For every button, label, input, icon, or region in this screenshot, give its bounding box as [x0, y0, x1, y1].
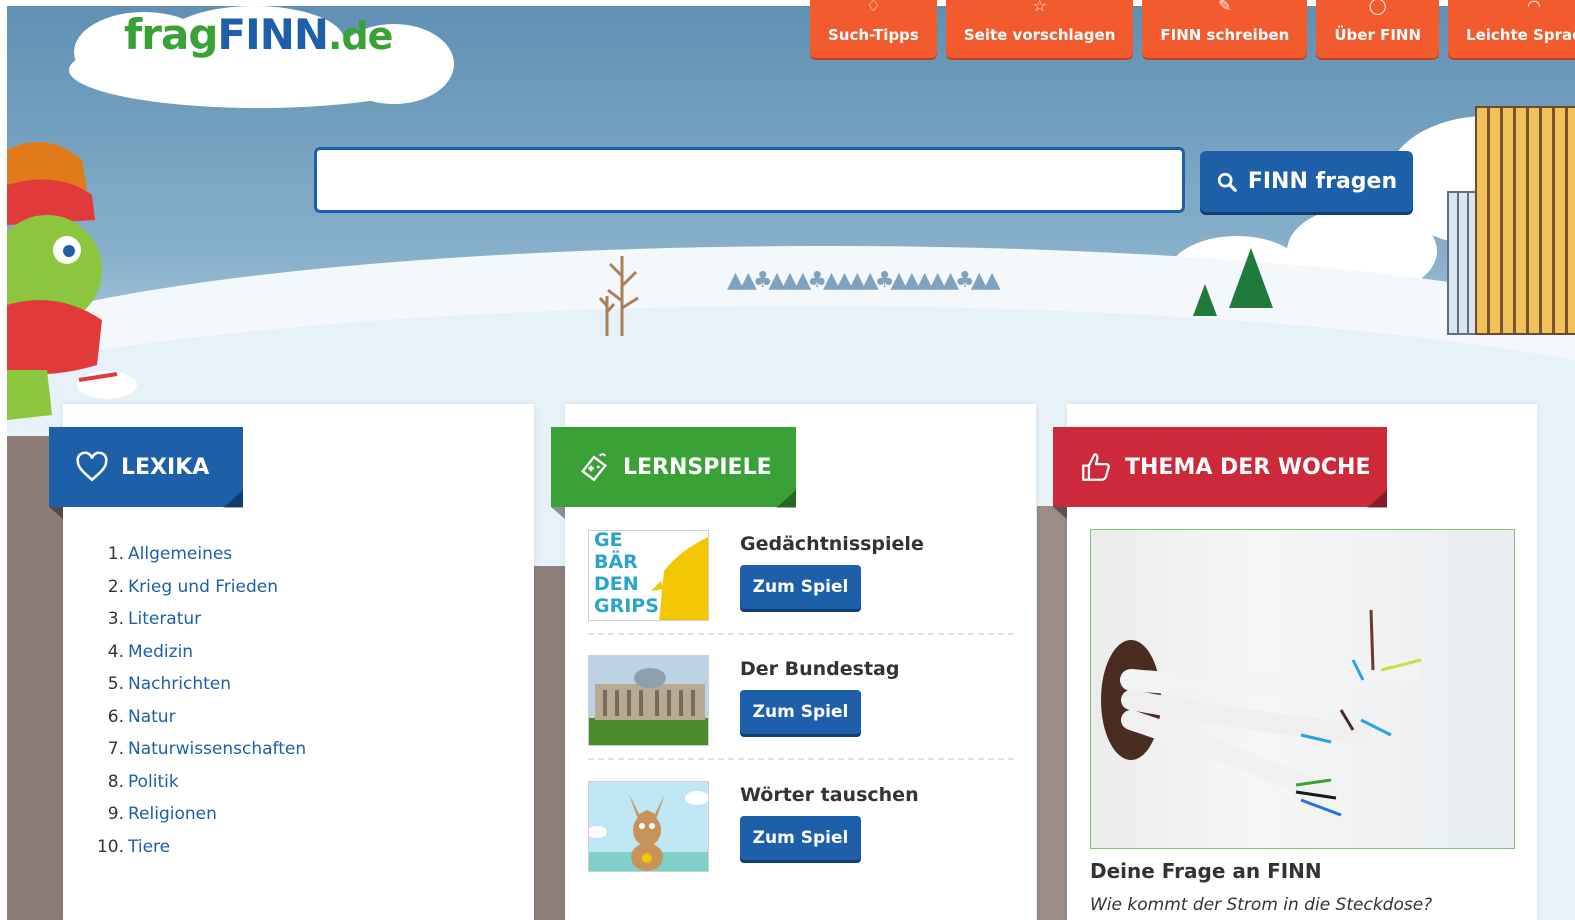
finn-mascot-icon — [7, 142, 137, 420]
lexikon-link[interactable]: Politik — [128, 772, 179, 792]
socket-cables-photo — [1101, 609, 1422, 817]
lernspiele-title: LERNSPIELE — [623, 454, 772, 480]
list-number: 4. — [107, 641, 124, 662]
nav-finn-schreiben[interactable]: ✎ FINN schreiben — [1142, 0, 1308, 58]
pencil-icon: ✎ — [1218, 0, 1232, 15]
search-input[interactable] — [314, 147, 1185, 213]
distant-trees: ▲▲♣▲▲▲♣▲▲▲▲♣▲▲▲▲▲♣▲▲ — [727, 268, 1001, 293]
nav-leichte-sprache[interactable]: ◠ Leichte Sprache — [1448, 0, 1575, 58]
thumb-line: GRIPS — [594, 595, 659, 617]
nav-label: Such-Tipps — [828, 26, 919, 44]
game-woerter-tauschen: Wörter tauschen Zum Spiel — [588, 781, 1014, 907]
top-navigation: ♢ Such-Tipps ☆ Seite vorschlagen ✎ FINN sch… — [810, 0, 1575, 58]
bare-tree-icon — [598, 256, 639, 336]
gamepad-icon — [581, 453, 607, 482]
lexikon-link[interactable]: Tiere — [128, 837, 170, 857]
lernspiele-header: LERNSPIELE — [551, 427, 796, 519]
speech-bubble-icon: ◠ — [1527, 0, 1541, 15]
list-number: 2. — [107, 576, 124, 597]
nav-seite-vorschlagen[interactable]: ☆ Seite vorschlagen — [945, 0, 1134, 58]
list-item: 2. Krieg und Frieden — [96, 577, 306, 610]
lexika-header: LEXIKA — [49, 427, 243, 519]
building — [1475, 106, 1575, 335]
game-title: Gedächtnisspiele — [740, 533, 924, 555]
list-number: 8. — [107, 771, 124, 792]
thumb-line: BÄR — [594, 551, 638, 573]
lexikon-link[interactable]: Medizin — [128, 642, 193, 662]
lexika-title: LEXIKA — [121, 454, 210, 480]
list-item: 5. Nachrichten — [96, 674, 306, 707]
game-title: Der Bundestag — [740, 658, 900, 680]
list-number: 10. — [96, 836, 124, 857]
thema-header: THEMA DER WOCHE — [1053, 427, 1387, 519]
heart-icon — [76, 451, 108, 482]
lexikon-link[interactable]: Allgemeines — [128, 544, 232, 564]
thumbs-up-icon — [1082, 453, 1110, 481]
zum-spiel-button[interactable]: Zum Spiel — [740, 690, 861, 734]
list-item: 6. Natur — [96, 707, 306, 740]
logo[interactable]: fragFINN.de — [124, 10, 393, 59]
list-item: 9. Religionen — [96, 804, 306, 837]
list-item: 7. Naturwissenschaften — [96, 739, 306, 772]
list-number: 5. — [107, 674, 124, 694]
lexikon-link[interactable]: Literatur — [128, 609, 201, 629]
thema-image[interactable] — [1090, 529, 1515, 849]
question-icon: ◯ — [1368, 0, 1387, 15]
list-item: 8. Politik — [96, 772, 306, 805]
thumb-text: GE BÄR DEN GRIPS — [594, 530, 659, 617]
game-thumbnail[interactable]: GE BÄR DEN GRIPS — [588, 530, 709, 621]
nav-such-tipps[interactable]: ♢ Such-Tipps — [810, 0, 937, 58]
list-item: 10. Tiere — [96, 837, 306, 870]
lexikon-link[interactable]: Nachrichten — [128, 674, 231, 694]
game-title: Wörter tauschen — [740, 784, 919, 806]
nav-ueber-finn[interactable]: ◯ Über FINN — [1316, 0, 1440, 58]
lexikon-link[interactable]: Krieg und Frieden — [128, 577, 278, 597]
game-thumbnail[interactable] — [588, 781, 709, 872]
nav-label: Über FINN — [1334, 26, 1422, 44]
thumb-line: DEN — [594, 573, 639, 595]
list-number: 3. — [107, 609, 124, 629]
nav-label: Leichte Sprache — [1466, 26, 1575, 44]
list-number: 7. — [107, 739, 124, 759]
kangaroo-cartoon — [589, 782, 708, 871]
thumb-line: GE — [594, 530, 623, 551]
logo-frag: frag — [124, 10, 218, 59]
logo-de: .de — [328, 14, 393, 58]
logo-finn: FINN — [217, 10, 329, 59]
divider — [588, 633, 1014, 635]
search-icon — [1217, 172, 1237, 192]
list-number: 1. — [107, 544, 124, 564]
pine-tree — [1193, 284, 1217, 316]
search-button-label: FINN fragen — [1247, 169, 1398, 194]
nav-label: Seite vorschlagen — [963, 26, 1116, 44]
list-item: 3. Literatur — [96, 609, 306, 642]
search-button[interactable]: FINN fragen — [1200, 151, 1413, 212]
nav-label: FINN schreiben — [1160, 26, 1290, 44]
lexikon-link[interactable]: Naturwissenschaften — [128, 739, 306, 759]
list-number: 6. — [107, 706, 124, 727]
lexika-list: 1. Allgemeines 2. Krieg und Frieden 3. Lite… — [96, 544, 306, 869]
game-thumbnail[interactable] — [588, 655, 709, 746]
zum-spiel-button[interactable]: Zum Spiel — [740, 565, 861, 609]
lexikon-link[interactable]: Religionen — [128, 804, 217, 824]
divider — [588, 758, 1014, 760]
thema-headline[interactable]: Deine Frage an FINN — [1090, 859, 1322, 883]
bundestag-photo — [589, 656, 708, 745]
game-gedaechtnisspiele: GE BÄR DEN GRIPS Gedächtnisspiele Zum Sp… — [588, 530, 1014, 656]
zum-spiel-button[interactable]: Zum Spiel — [740, 816, 861, 860]
game-bundestag: Der Bundestag Zum Spiel — [588, 655, 1014, 781]
star-icon: ☆ — [1032, 0, 1047, 15]
list-item: 4. Medizin — [96, 642, 306, 675]
list-number: 9. — [107, 804, 124, 824]
list-item: 1. Allgemeines — [96, 544, 306, 577]
thema-title: THEMA DER WOCHE — [1125, 454, 1371, 480]
lexikon-link[interactable]: Natur — [128, 707, 176, 727]
thema-subline: Wie kommt der Strom in die Steckdose? — [1090, 895, 1433, 915]
pine-tree — [1229, 248, 1273, 308]
lightbulb-icon: ♢ — [866, 0, 881, 15]
